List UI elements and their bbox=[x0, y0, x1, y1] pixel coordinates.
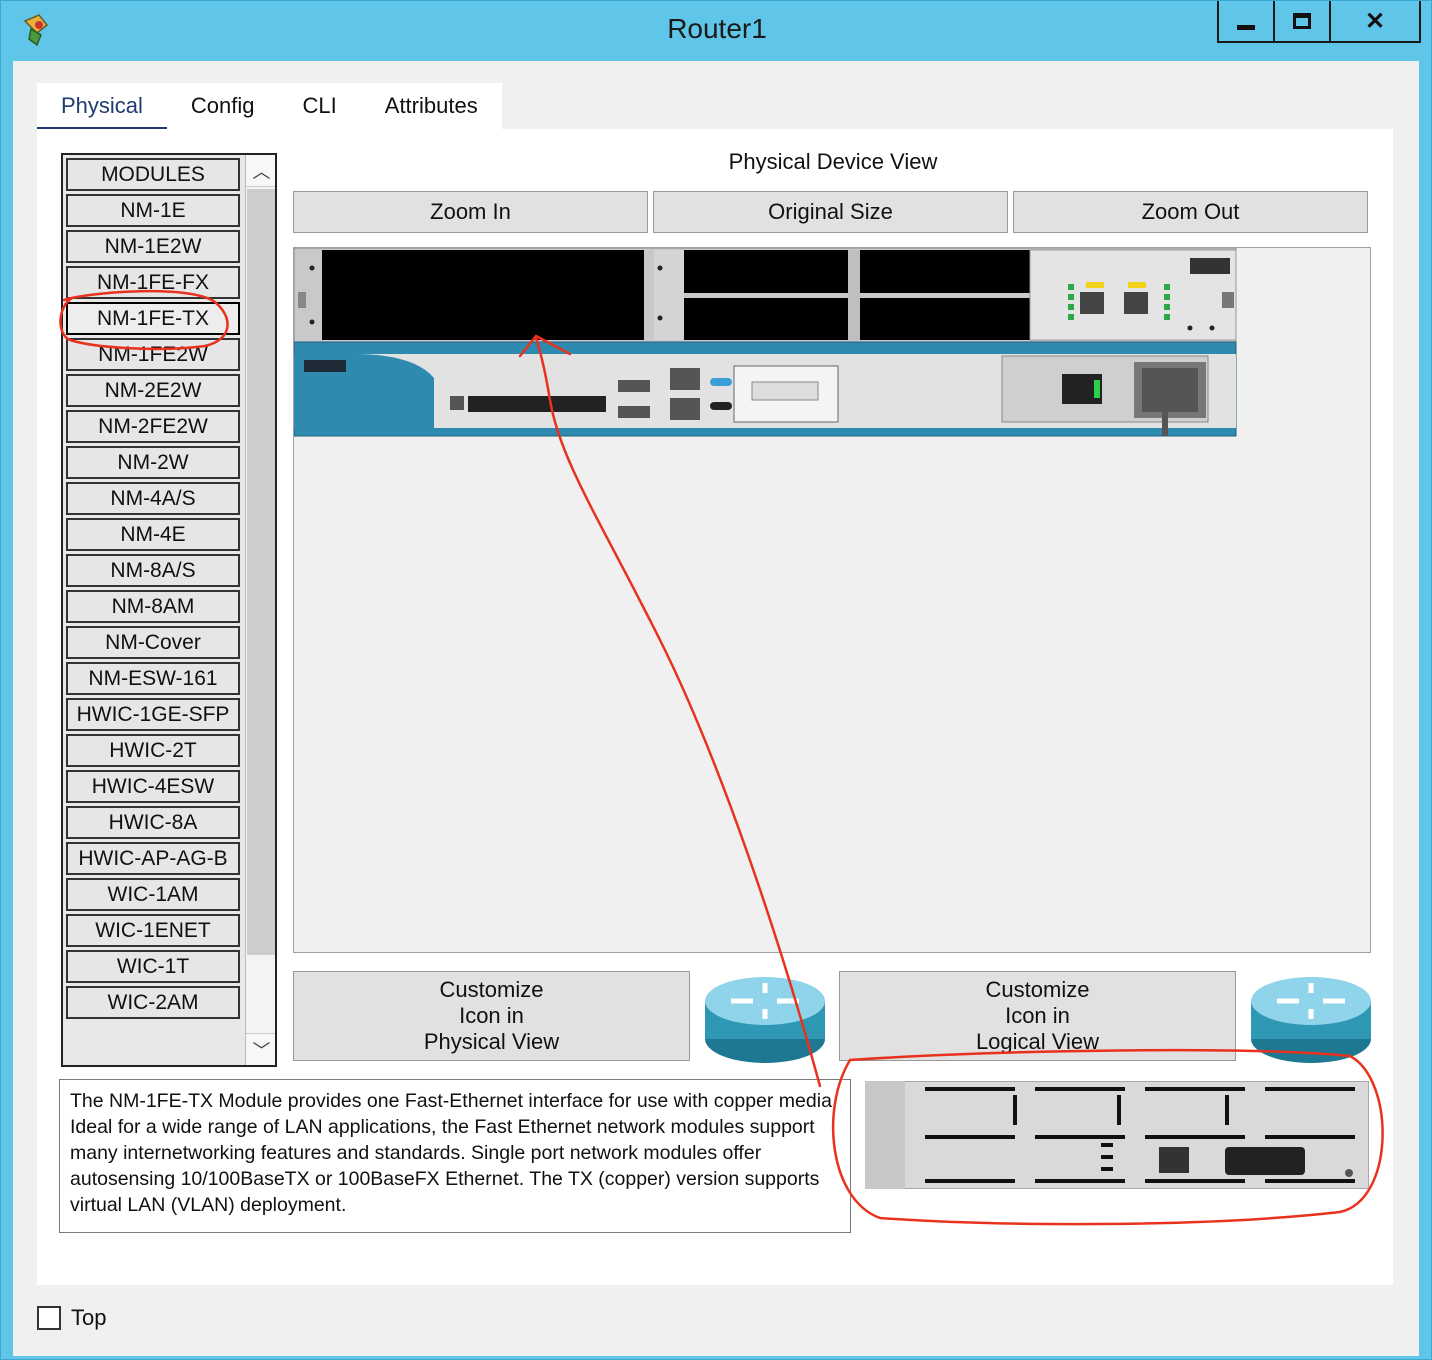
module-item-nm-1fe2w[interactable]: NM-1FE2W bbox=[66, 338, 240, 371]
module-item-nm-2w[interactable]: NM-2W bbox=[66, 446, 240, 479]
tab-attributes[interactable]: Attributes bbox=[361, 83, 502, 131]
module-item-wic-1enet[interactable]: WIC-1ENET bbox=[66, 914, 240, 947]
module-item-wic-1am[interactable]: WIC-1AM bbox=[66, 878, 240, 911]
physical-device-canvas[interactable] bbox=[293, 247, 1371, 953]
physical-device-view-title: Physical Device View bbox=[728, 149, 938, 174]
original-size-button[interactable]: Original Size bbox=[653, 191, 1008, 233]
empty-nm-slot bbox=[322, 250, 644, 340]
chevron-down-icon: ﹀ bbox=[252, 1040, 271, 1061]
tab-strip: Physical Config CLI Attributes bbox=[37, 83, 502, 131]
minimize-button[interactable] bbox=[1219, 1, 1275, 41]
module-description: The NM-1FE-TX Module provides one Fast-E… bbox=[59, 1079, 851, 1233]
scroll-thumb[interactable] bbox=[247, 189, 275, 955]
module-item-hwic-1ge-sfp[interactable]: HWIC-1GE-SFP bbox=[66, 698, 240, 731]
modules-list: MODULES NM-1E NM-1E2W NM-1FE-FX NM-1FE-TX NM-… bbox=[61, 153, 277, 1067]
physical-tab-panel: MODULES NM-1E NM-1E2W NM-1FE-FX NM-1FE-TX NM-… bbox=[37, 129, 1393, 1285]
customize-physical-icon-button[interactable]: Customize Icon in Physical View bbox=[293, 971, 690, 1061]
module-item-nm-1fe-fx[interactable]: NM-1FE-FX bbox=[66, 266, 240, 299]
module-item-nm-8a-s[interactable]: NM-8A/S bbox=[66, 554, 240, 587]
title-bar[interactable]: Router1 ✕ bbox=[1, 1, 1432, 61]
module-item-nm-1e2w[interactable]: NM-1E2W bbox=[66, 230, 240, 263]
top-checkbox[interactable] bbox=[37, 1306, 61, 1330]
router-logical-icon bbox=[1251, 977, 1371, 1063]
customize-logical-icon-button[interactable]: Customize Icon in Logical View bbox=[839, 971, 1236, 1061]
module-item-nm-2e2w[interactable]: NM-2E2W bbox=[66, 374, 240, 407]
zoom-out-button[interactable]: Zoom Out bbox=[1013, 191, 1368, 233]
maximize-button[interactable] bbox=[1275, 1, 1331, 41]
router-physical-icon bbox=[705, 977, 825, 1063]
module-item-nm-2fe2w[interactable]: NM-2FE2W bbox=[66, 410, 240, 443]
module-item-nm-1fe-tx[interactable]: NM-1FE-TX bbox=[66, 302, 240, 335]
module-item-hwic-ap-ag-b[interactable]: HWIC-AP-AG-B bbox=[66, 842, 240, 875]
tab-physical[interactable]: Physical bbox=[37, 83, 167, 131]
router-chassis-image bbox=[294, 248, 1237, 437]
close-icon: ✕ bbox=[1364, 7, 1386, 35]
zoom-in-button[interactable]: Zoom In bbox=[293, 191, 648, 233]
module-item-wic-2am[interactable]: WIC-2AM bbox=[66, 986, 240, 1019]
scroll-down-button[interactable]: ﹀ bbox=[246, 1033, 275, 1065]
window-controls: ✕ bbox=[1217, 1, 1421, 43]
tab-cli[interactable]: CLI bbox=[279, 83, 361, 131]
module-item-hwic-2t[interactable]: HWIC-2T bbox=[66, 734, 240, 767]
module-item-nm-4a-s[interactable]: NM-4A/S bbox=[66, 482, 240, 515]
maximize-icon bbox=[1293, 13, 1311, 29]
dialog-client-area: Physical Config CLI Attributes MODULES NM… bbox=[13, 61, 1419, 1356]
module-item-wic-1t[interactable]: WIC-1T bbox=[66, 950, 240, 983]
tab-config[interactable]: Config bbox=[167, 83, 279, 131]
close-button[interactable]: ✕ bbox=[1331, 1, 1419, 41]
top-option: Top bbox=[37, 1305, 106, 1331]
top-checkbox-label: Top bbox=[71, 1305, 107, 1330]
chevron-up-icon: ︿ bbox=[252, 161, 271, 182]
module-item-hwic-4esw[interactable]: HWIC-4ESW bbox=[66, 770, 240, 803]
module-item-nm-8am[interactable]: NM-8AM bbox=[66, 590, 240, 623]
module-item-nm-4e[interactable]: NM-4E bbox=[66, 518, 240, 551]
modules-scrollbar[interactable]: ︿ ﹀ bbox=[245, 155, 275, 1065]
module-item-nm-esw-161[interactable]: NM-ESW-161 bbox=[66, 662, 240, 695]
nm-1fe-tx-module-image bbox=[865, 1081, 1369, 1189]
modules-items: MODULES NM-1E NM-1E2W NM-1FE-FX NM-1FE-TX NM-… bbox=[63, 158, 275, 1019]
router-window: Router1 ✕ Physical Config CLI Attributes… bbox=[0, 0, 1432, 1360]
minimize-icon bbox=[1237, 24, 1255, 30]
module-item-nm-cover[interactable]: NM-Cover bbox=[66, 626, 240, 659]
module-item-hwic-8a[interactable]: HWIC-8A bbox=[66, 806, 240, 839]
module-item-modules[interactable]: MODULES bbox=[66, 158, 240, 191]
scroll-up-button[interactable]: ︿ bbox=[246, 155, 275, 187]
module-item-nm-1e[interactable]: NM-1E bbox=[66, 194, 240, 227]
